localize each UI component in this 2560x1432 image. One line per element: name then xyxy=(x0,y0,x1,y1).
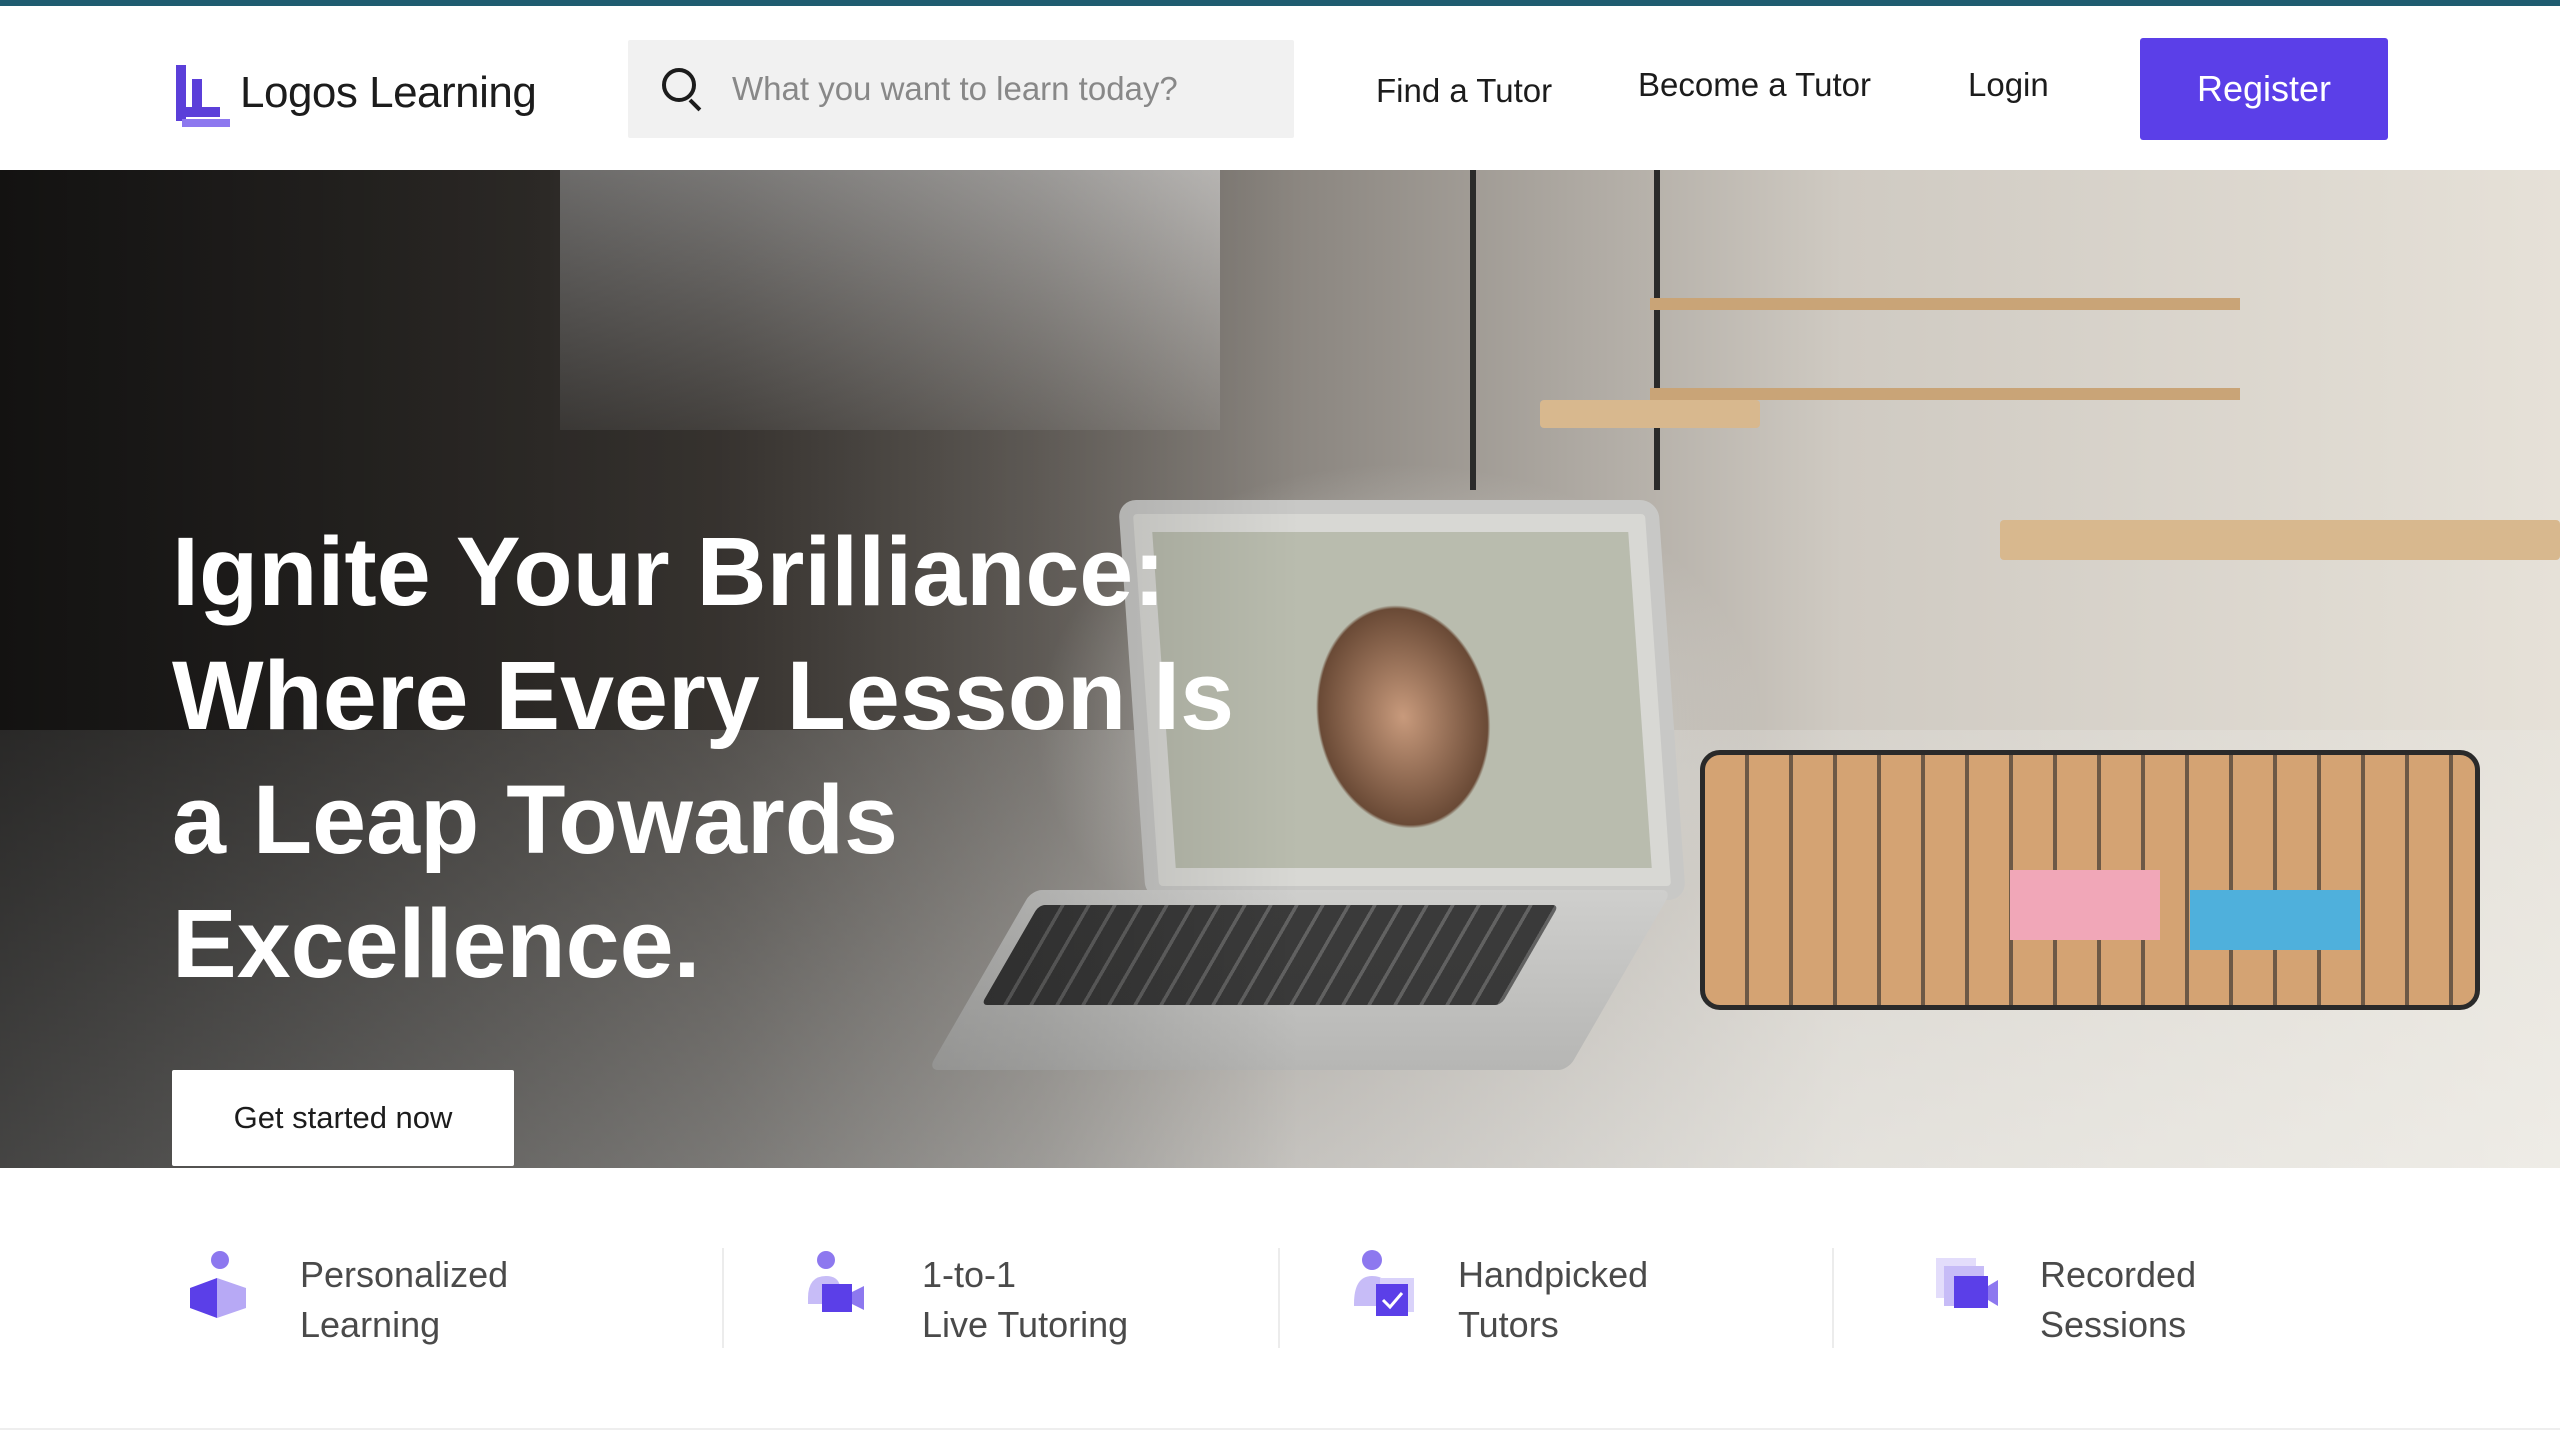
hero-title-line: Excellence. xyxy=(172,889,701,998)
feature-live-tutoring: 1-to-1 Live Tutoring xyxy=(804,1248,1128,1368)
feature-label: Recorded Sessions xyxy=(2040,1254,2197,1345)
live-tutoring-icon xyxy=(808,1251,864,1312)
hero-section: Ignite Your Brilliance: Where Every Less… xyxy=(0,170,2560,1168)
feature-divider xyxy=(1278,1248,1280,1348)
hero-sticky-note xyxy=(2190,890,2360,950)
features-strip: Personalized Learning 1-to-1 Live Tutori… xyxy=(0,1168,2560,1432)
hero-title-line: Ignite Your Brilliance: xyxy=(172,517,1166,626)
feature-label: 1-to-1 Live Tutoring xyxy=(922,1254,1129,1345)
get-started-button[interactable]: Get started now xyxy=(172,1070,514,1166)
logo[interactable]: Logos Learning xyxy=(176,58,537,128)
hero-background-shelf xyxy=(1650,388,2240,400)
feature-recorded-sessions: Recorded Sessions xyxy=(1934,1248,2196,1368)
search-input[interactable] xyxy=(732,70,1252,108)
logo-text: Logos Learning xyxy=(240,68,537,117)
feature-label: Personalized Learning xyxy=(300,1254,509,1345)
hero-title-line: Where Every Lesson Is xyxy=(172,641,1235,750)
nav-login[interactable]: Login xyxy=(1968,66,2049,104)
feature-personalized-learning: Personalized Learning xyxy=(184,1248,508,1368)
recorded-sessions-icon xyxy=(1936,1258,1998,1308)
feature-handpicked-tutors: Handpicked Tutors xyxy=(1352,1248,1648,1368)
hero-background-desk xyxy=(1540,400,1760,428)
nav-become-a-tutor[interactable]: Become a Tutor xyxy=(1638,66,1871,104)
hero-title: Ignite Your Brilliance: Where Every Less… xyxy=(172,510,1372,1006)
search-bar[interactable] xyxy=(628,40,1294,138)
feature-divider xyxy=(722,1248,724,1348)
hero-background-desk xyxy=(2000,520,2560,560)
handpicked-tutors-icon xyxy=(1354,1250,1414,1316)
feature-divider xyxy=(1832,1248,1834,1348)
logo-mark-icon xyxy=(176,61,230,127)
hero-sticky-note xyxy=(2010,870,2160,940)
section-divider xyxy=(0,1428,2560,1430)
feature-label: Handpicked Tutors xyxy=(1458,1254,1649,1345)
nav-find-a-tutor[interactable]: Find a Tutor xyxy=(1376,72,1552,110)
register-button[interactable]: Register xyxy=(2140,38,2388,140)
personalized-learning-icon xyxy=(190,1251,246,1318)
site-header: Logos Learning Find a Tutor Become a Tut… xyxy=(0,6,2560,170)
hero-background-shelf xyxy=(1650,298,2240,310)
search-icon[interactable] xyxy=(662,68,704,112)
hero-background-shelf-rack xyxy=(1470,170,1660,490)
hero-title-line: a Leap Towards xyxy=(172,765,898,874)
